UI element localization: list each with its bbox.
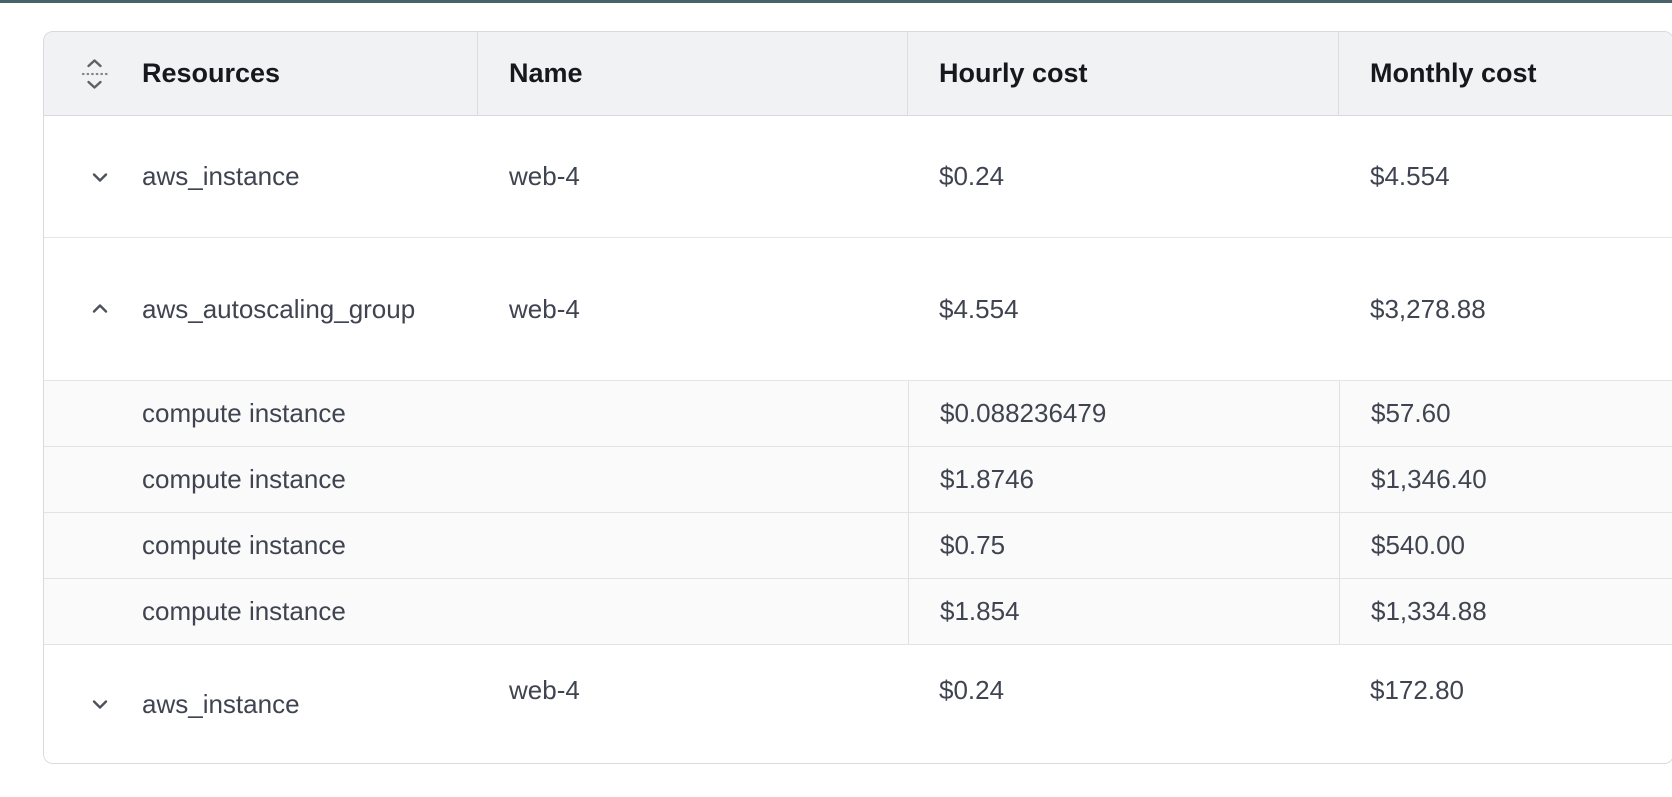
subresource-cell: compute instance	[44, 579, 478, 644]
chevron-up-icon[interactable]	[87, 296, 113, 322]
subresource-cell: compute instance	[44, 513, 478, 578]
monthly-cost-cell: $540.00	[1339, 513, 1672, 578]
column-header-hourly-cost: Hourly cost	[908, 32, 1339, 115]
monthly-cost-cell: $1,346.40	[1339, 447, 1672, 512]
subresource-row: compute instance $1.8746 $1,346.40	[44, 447, 1672, 513]
hourly-cost-cell: $0.088236479	[908, 381, 1339, 446]
hourly-cost-cell: $4.554	[908, 238, 1339, 380]
resource-row[interactable]: aws_instance web-4 $0.24 $4.554	[44, 116, 1672, 238]
top-accent-bar	[0, 0, 1672, 3]
resource-cell: aws_instance	[44, 645, 478, 763]
hourly-cost-cell: $0.24	[908, 116, 1339, 237]
hourly-cost-cell: $1.8746	[908, 447, 1339, 512]
monthly-cost-cell: $57.60	[1339, 381, 1672, 446]
chevron-down-icon[interactable]	[87, 691, 113, 717]
resource-row[interactable]: aws_instance web-4 $0.24 $172.80	[44, 645, 1672, 763]
hourly-cost-cell: $0.24	[908, 631, 1339, 749]
column-header-name: Name	[478, 32, 908, 115]
subresource-row: compute instance $0.75 $540.00	[44, 513, 1672, 579]
column-label: Resources	[142, 58, 280, 89]
cost-table: Resources Name Hourly cost Monthly cost …	[43, 31, 1672, 764]
hourly-cost-cell: $0.75	[908, 513, 1339, 578]
resource-type: aws_instance	[142, 161, 300, 192]
name-cell: web-4	[478, 631, 908, 749]
subresource-row: compute instance $0.088236479 $57.60	[44, 381, 1672, 447]
resource-cell: aws_instance	[44, 116, 478, 237]
subresource-cell: compute instance	[44, 381, 478, 446]
name-cell: web-4	[478, 238, 908, 380]
column-label: Hourly cost	[939, 58, 1088, 89]
resource-type: aws_autoscaling_group	[142, 294, 415, 325]
name-cell	[478, 381, 908, 446]
name-cell	[478, 447, 908, 512]
resource-type: aws_instance	[142, 689, 300, 720]
column-label: Monthly cost	[1370, 58, 1537, 89]
monthly-cost-cell: $3,278.88	[1339, 238, 1672, 380]
name-cell	[478, 513, 908, 578]
resource-cell: aws_autoscaling_group	[44, 238, 478, 380]
name-cell: web-4	[478, 116, 908, 237]
drag-handle-icon[interactable]	[81, 57, 108, 91]
column-label: Name	[509, 58, 583, 89]
monthly-cost-cell: $172.80	[1339, 631, 1672, 749]
monthly-cost-cell: $4.554	[1339, 116, 1672, 237]
table-header: Resources Name Hourly cost Monthly cost	[44, 32, 1672, 116]
column-header-monthly-cost: Monthly cost	[1339, 32, 1672, 115]
column-header-resources: Resources	[44, 32, 478, 115]
subresource-cell: compute instance	[44, 447, 478, 512]
resource-row[interactable]: aws_autoscaling_group web-4 $4.554 $3,27…	[44, 238, 1672, 381]
chevron-down-icon[interactable]	[87, 164, 113, 190]
